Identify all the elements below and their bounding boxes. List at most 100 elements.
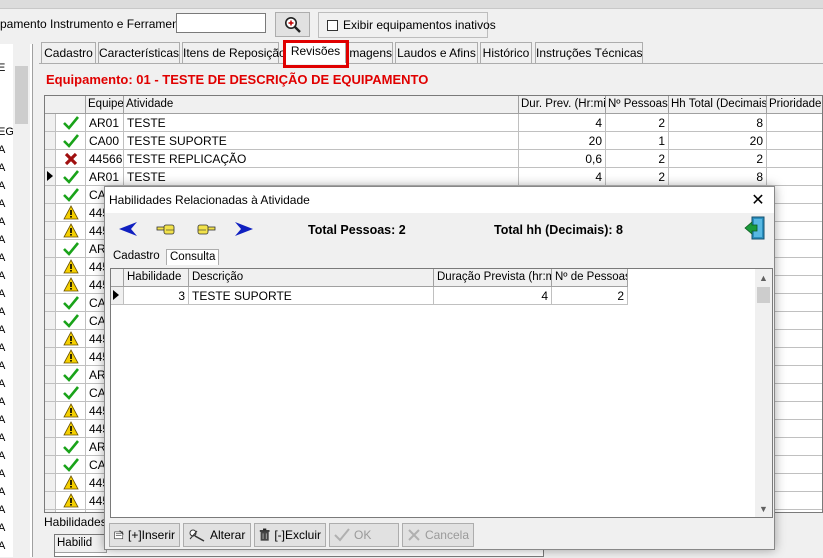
tree-item[interactable]: A [0,378,5,390]
col-header-habilidade[interactable]: Habilid [55,535,107,553]
next-record-button[interactable] [193,219,219,239]
cell-pessoas[interactable]: 2 [606,168,669,186]
table-row[interactable]: CA00 TESTE SUPORTE 20 1 20 [45,132,822,150]
delete-button[interactable]: [-]Excluir [254,523,326,547]
exit-button[interactable] [742,215,768,241]
cell-pessoas[interactable]: 2 [606,150,669,168]
tab-6[interactable]: Histórico [480,42,532,63]
cell-pessoas[interactable]: 2 [606,114,669,132]
tree-item[interactable]: A [0,288,5,300]
tree-item[interactable]: A [0,522,5,534]
table-row[interactable]: AR01 TESTE 4 2 8 [45,168,822,186]
col-header-dur[interactable]: Dur. Prev. (Hr:mi) [519,96,606,114]
search-input[interactable] [176,13,266,33]
tree-item[interactable]: A [0,216,5,228]
cell-equipe[interactable]: AR01 [86,114,124,132]
tree-item[interactable]: A [0,486,5,498]
dialog-grid[interactable]: Habilidade Descrição Duração Prevista (h… [110,268,773,518]
table-row[interactable]: 44566 TESTE REPLICAÇÃO 0,6 2 2 [45,150,822,168]
cell-hh[interactable]: 20 [669,132,767,150]
col-header-equipe[interactable]: Equipe [86,96,124,114]
cell-prioridade[interactable] [767,366,822,384]
cell-prioridade[interactable] [767,438,822,456]
prev-record-button[interactable] [153,219,179,239]
tab-1[interactable]: Características [98,42,180,63]
cell-prioridade[interactable] [767,222,822,240]
cell-descricao[interactable]: TESTE SUPORTE [189,287,434,305]
col-header-habilidade[interactable]: Habilidade [124,269,189,287]
tree-item[interactable]: A [0,450,5,462]
cell-prioridade[interactable] [767,204,822,222]
tab-4[interactable]: Imagens [345,42,393,63]
cell-pessoas[interactable]: 1 [606,132,669,150]
cell-prioridade[interactable] [767,474,822,492]
cancel-button[interactable]: Cancela [402,523,474,547]
tab-2[interactable]: Itens de Reposição [182,42,286,63]
cell-equipe[interactable]: AR01 [86,168,124,186]
tree-item[interactable]: A [0,162,5,174]
cell-dur[interactable]: 20 [519,132,606,150]
inactive-checkbox[interactable] [327,20,338,31]
tab-habilidades[interactable]: Habilidades [44,515,107,529]
cell-hh[interactable]: 8 [669,114,767,132]
cell-prioridade[interactable] [767,240,822,258]
tree-item[interactable]: A [0,180,5,192]
tree-item[interactable]: A [0,540,5,552]
cell-hh[interactable]: 2 [669,150,767,168]
cell-prioridade[interactable] [767,186,822,204]
cell-atividade[interactable]: TESTE SUPORTE [124,132,519,150]
tree-item[interactable]: A [0,234,5,246]
col-header-num-pessoas[interactable]: Nº de Pessoas [552,269,628,287]
first-record-button[interactable] [115,219,141,239]
cell-prioridade[interactable] [767,384,822,402]
cell-pessoas[interactable]: 2 [552,287,628,305]
cell-prioridade[interactable] [767,510,822,512]
tab-5[interactable]: Laudos e Afins [395,42,478,63]
insert-button[interactable]: [+]Inserir [109,523,180,547]
alter-button[interactable]: Alterar [183,523,251,547]
cell-atividade[interactable]: TESTE REPLICAÇÃO [124,150,519,168]
tab-0[interactable]: Cadastro [41,42,96,63]
cell-equipe[interactable]: 44566 [86,150,124,168]
tree-scrollbar[interactable] [13,44,30,557]
cell-prioridade[interactable] [767,294,822,312]
cell-hh[interactable]: 8 [669,168,767,186]
table-row[interactable]: AR01 TESTE 4 2 8 [45,114,822,132]
scroll-down-icon[interactable]: ▼ [755,500,772,517]
cell-prioridade[interactable] [767,420,822,438]
cell-prioridade[interactable] [767,456,822,474]
last-record-button[interactable] [231,219,257,239]
dialog-scrollbar[interactable]: ▲ ▼ [755,269,772,517]
col-header-descricao[interactable]: Descrição [189,269,434,287]
left-tree-panel[interactable]: E EG AAAAAAAAAAAAAAAAAAAAAAAA [0,44,33,557]
col-header-atividade[interactable]: Atividade [124,96,519,114]
cell-prioridade[interactable] [767,258,822,276]
cell-dur[interactable]: 4 [519,114,606,132]
cell-prioridade[interactable] [767,492,822,510]
tree-item[interactable]: A [0,252,5,264]
close-icon[interactable]: ✕ [748,190,768,210]
cell-prioridade[interactable] [767,402,822,420]
cell-atividade[interactable]: TESTE [124,168,519,186]
cell-duracao[interactable]: 4 [434,287,552,305]
tree-item[interactable]: A [0,270,5,282]
col-header-duracao[interactable]: Duração Prevista (hr:mi) [434,269,552,287]
tree-item[interactable]: A [0,324,5,336]
cell-prioridade[interactable] [767,168,822,186]
cell-prioridade[interactable] [767,132,822,150]
tree-item[interactable]: A [0,360,5,372]
tree-item[interactable]: A [0,144,5,156]
tree-item[interactable]: A [0,198,5,210]
search-button[interactable] [275,12,310,37]
ok-button[interactable]: OK [329,523,399,547]
cell-prioridade[interactable] [767,312,822,330]
scroll-thumb[interactable] [757,287,770,303]
col-header-prioridade[interactable]: Prioridade [767,96,822,114]
tree-item[interactable]: A [0,432,5,444]
cell-prioridade[interactable] [767,114,822,132]
tree-item[interactable]: A [0,396,5,408]
scroll-up-icon[interactable]: ▲ [755,269,772,286]
col-header-pessoas[interactable]: Nº Pessoas [606,96,669,114]
tree-item[interactable]: A [0,414,5,426]
cell-prioridade[interactable] [767,330,822,348]
